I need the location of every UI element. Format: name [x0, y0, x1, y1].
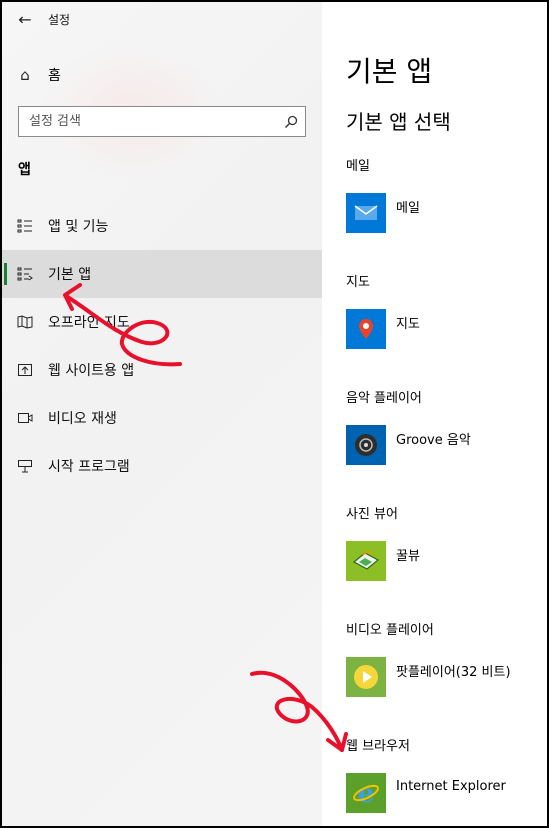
- search-icon[interactable]: [277, 115, 305, 129]
- home-label: 홈: [48, 68, 61, 84]
- maps-icon: [346, 309, 386, 349]
- sidebar-item-label: 비디오 재생: [48, 411, 117, 427]
- offline-maps-icon: [2, 315, 48, 329]
- sidebar: ← 설정 ⌂ 홈 앱 앱 및 기능: [2, 2, 322, 826]
- page-title: 기본 앱: [346, 55, 433, 88]
- main-content: 기본 앱 기본 앱 선택 메일 메일 지도 지도 음악 플레이어 Groove …: [322, 2, 547, 826]
- default-app-maps[interactable]: 지도: [346, 309, 420, 349]
- search-box[interactable]: [18, 106, 306, 137]
- groove-music-icon: [346, 425, 386, 465]
- home-nav-item[interactable]: ⌂ 홈: [2, 58, 322, 92]
- home-icon: ⌂: [20, 66, 30, 84]
- sidebar-item-label: 웹 사이트용 앱: [48, 363, 135, 379]
- sidebar-item-label: 앱 및 기능: [48, 219, 109, 235]
- startup-icon: [2, 459, 48, 473]
- potplayer-icon: [346, 657, 386, 697]
- category-label-web-browser: 웹 브라우저: [346, 739, 410, 754]
- svg-text:e: e: [358, 779, 375, 808]
- category-label-mail: 메일: [346, 159, 370, 174]
- default-app-video-player[interactable]: 팟플레이어(32 비트): [346, 657, 511, 697]
- category-label-maps: 지도: [346, 275, 370, 290]
- default-app-name: Groove 음악: [396, 432, 471, 448]
- page-subtitle: 기본 앱 선택: [346, 110, 451, 134]
- default-app-name: 꿀뷰: [396, 548, 420, 564]
- category-label-photo-viewer: 사진 뷰어: [346, 507, 398, 522]
- default-app-name: 지도: [396, 316, 420, 332]
- default-app-name: 팟플레이어(32 비트): [396, 664, 511, 680]
- sidebar-item-startup[interactable]: 시작 프로그램: [2, 442, 322, 490]
- selection-indicator: [4, 263, 7, 285]
- default-app-name: Internet Explorer: [396, 778, 506, 794]
- category-label-video-player: 비디오 플레이어: [346, 623, 434, 638]
- default-app-web-browser[interactable]: e Internet Explorer: [346, 773, 506, 813]
- default-app-music-player[interactable]: Groove 음악: [346, 425, 471, 465]
- sidebar-item-apps-features[interactable]: 앱 및 기능: [2, 202, 322, 250]
- settings-window: ← 설정 ⌂ 홈 앱 앱 및 기능: [0, 0, 549, 828]
- default-app-mail[interactable]: 메일: [346, 193, 420, 233]
- sidebar-item-label: 기본 앱: [48, 267, 92, 283]
- sidebar-item-apps-for-websites[interactable]: 웹 사이트용 앱: [2, 346, 322, 394]
- sidebar-nav: 앱 및 기능 기본 앱 오프라인 지도 웹 사이트용 앱 비디오 재생 시작 프…: [2, 202, 322, 490]
- default-apps-icon: [2, 267, 48, 281]
- back-arrow-icon: ←: [18, 9, 32, 29]
- sidebar-item-default-apps[interactable]: 기본 앱: [2, 250, 322, 298]
- default-app-name: 메일: [396, 200, 420, 216]
- video-playback-icon: [2, 411, 48, 425]
- category-label-music-player: 음악 플레이어: [346, 391, 422, 406]
- title-bar: ← 설정: [2, 2, 322, 36]
- back-button[interactable]: ←: [2, 2, 48, 36]
- search-input[interactable]: [19, 107, 277, 136]
- sidebar-item-offline-maps[interactable]: 오프라인 지도: [2, 298, 322, 346]
- section-title: 앱: [18, 162, 31, 178]
- sidebar-item-label: 시작 프로그램: [48, 459, 130, 475]
- sidebar-item-label: 오프라인 지도: [48, 315, 130, 331]
- internet-explorer-icon: e: [346, 773, 386, 813]
- apps-for-websites-icon: [2, 363, 48, 377]
- mail-icon: [346, 193, 386, 233]
- window-title: 설정: [48, 12, 71, 27]
- default-app-photo-viewer[interactable]: 꿀뷰: [346, 541, 420, 581]
- apps-features-icon: [2, 219, 48, 233]
- honeyview-icon: [346, 541, 386, 581]
- sidebar-item-video-playback[interactable]: 비디오 재생: [2, 394, 322, 442]
